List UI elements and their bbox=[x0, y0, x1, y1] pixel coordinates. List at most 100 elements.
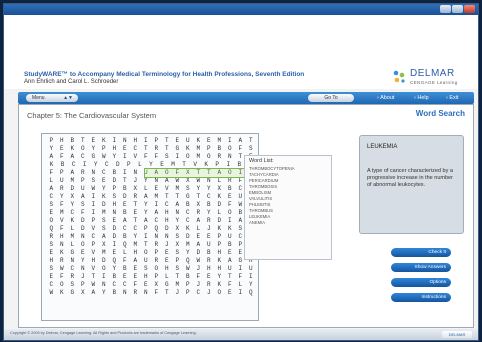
grid-cell[interactable]: C bbox=[101, 161, 112, 169]
grid-cell[interactable]: X bbox=[193, 201, 204, 209]
grid-cell[interactable]: T bbox=[162, 289, 173, 297]
grid-cell[interactable]: R bbox=[78, 169, 89, 177]
grid-cell[interactable]: B bbox=[109, 273, 120, 281]
grid-cell[interactable]: V bbox=[88, 225, 99, 233]
grid-cell[interactable]: X bbox=[172, 225, 183, 233]
grid-cell[interactable]: H bbox=[46, 257, 57, 265]
grid-cell[interactable]: F bbox=[151, 289, 162, 297]
grid-cell[interactable]: O bbox=[225, 145, 236, 153]
grid-cell[interactable]: P bbox=[141, 225, 152, 233]
help-link[interactable]: › Help bbox=[414, 93, 429, 103]
grid-cell[interactable]: I bbox=[225, 217, 236, 225]
grid-cell[interactable]: D bbox=[109, 177, 120, 185]
grid-cell[interactable]: S bbox=[99, 225, 110, 233]
grid-cell[interactable]: O bbox=[99, 265, 110, 273]
grid-cell[interactable]: L bbox=[67, 241, 78, 249]
grid-cell[interactable]: W bbox=[57, 265, 68, 273]
grid-cell[interactable]: G bbox=[183, 193, 194, 201]
grid-cell[interactable]: M bbox=[193, 153, 204, 161]
grid-cell[interactable]: R bbox=[225, 177, 236, 185]
grid-cell[interactable]: Y bbox=[214, 273, 225, 281]
grid-cell[interactable]: Y bbox=[183, 249, 194, 257]
grid-cell[interactable]: B bbox=[183, 273, 194, 281]
grid-cell[interactable]: Q bbox=[109, 257, 120, 265]
grid-cell[interactable]: C bbox=[78, 153, 89, 161]
grid-cell[interactable]: I bbox=[141, 137, 152, 145]
grid-cell[interactable]: S bbox=[141, 265, 152, 273]
grid-cell[interactable]: A bbox=[193, 217, 204, 225]
grid-cell[interactable]: N bbox=[141, 289, 152, 297]
grid-cell[interactable]: G bbox=[162, 281, 173, 289]
grid-cell[interactable]: K bbox=[99, 193, 110, 201]
grid-cell[interactable]: N bbox=[88, 169, 99, 177]
show-answers-button[interactable]: Show Answers bbox=[391, 263, 451, 272]
grid-cell[interactable]: P bbox=[214, 233, 225, 241]
grid-cell[interactable]: W bbox=[88, 185, 99, 193]
grid-cell[interactable]: C bbox=[67, 209, 78, 217]
minimize-icon[interactable] bbox=[440, 5, 451, 13]
grid-cell[interactable]: K bbox=[193, 137, 204, 145]
grid-cell[interactable]: D bbox=[120, 193, 131, 201]
grid-cell[interactable]: S bbox=[172, 249, 183, 257]
grid-cell[interactable]: E bbox=[120, 145, 131, 153]
grid-cell[interactable]: U bbox=[183, 137, 194, 145]
grid-cell[interactable]: P bbox=[212, 161, 223, 169]
grid-cell[interactable]: O bbox=[225, 209, 236, 217]
grid-cell[interactable]: B bbox=[204, 249, 215, 257]
grid-cell[interactable]: D bbox=[193, 249, 204, 257]
grid-cell[interactable]: P bbox=[57, 169, 68, 177]
grid-cell[interactable]: H bbox=[88, 257, 99, 265]
grid-cell[interactable]: I bbox=[172, 153, 183, 161]
grid-cell[interactable]: N bbox=[120, 137, 131, 145]
grid-cell[interactable]: I bbox=[235, 289, 246, 297]
grid-cell[interactable]: N bbox=[120, 289, 131, 297]
grid-cell[interactable]: U bbox=[246, 265, 257, 273]
grid-cell[interactable]: A bbox=[120, 217, 131, 225]
grid-cell[interactable]: W bbox=[88, 281, 99, 289]
grid-cell[interactable]: R bbox=[204, 217, 215, 225]
grid-cell[interactable]: M bbox=[67, 177, 78, 185]
grid-cell[interactable]: T bbox=[162, 193, 173, 201]
grid-cell[interactable]: E bbox=[225, 249, 236, 257]
grid-cell[interactable]: W bbox=[183, 265, 194, 273]
grid-cell[interactable]: O bbox=[78, 241, 89, 249]
grid-cell[interactable]: K bbox=[214, 281, 225, 289]
grid-cell[interactable]: Y bbox=[204, 209, 215, 217]
grid-cell[interactable]: A bbox=[225, 257, 236, 265]
grid-cell[interactable]: P bbox=[78, 281, 89, 289]
grid-cell[interactable]: O bbox=[214, 289, 225, 297]
close-icon[interactable] bbox=[464, 5, 475, 13]
grid-cell[interactable]: E bbox=[46, 249, 57, 257]
grid-cell[interactable]: S bbox=[46, 265, 57, 273]
grid-cell[interactable]: R bbox=[57, 185, 68, 193]
grid-cell[interactable]: X bbox=[99, 241, 110, 249]
grid-cell[interactable]: G bbox=[67, 289, 78, 297]
grid-cell[interactable]: S bbox=[78, 201, 89, 209]
grid-cell[interactable]: S bbox=[162, 153, 173, 161]
grid-cell[interactable]: M bbox=[130, 241, 141, 249]
grid-cell[interactable]: P bbox=[151, 273, 162, 281]
grid-cell[interactable]: N bbox=[78, 265, 89, 273]
grid-cell[interactable]: B bbox=[183, 201, 194, 209]
grid-cell[interactable]: N bbox=[151, 177, 162, 185]
grid-cell[interactable]: A bbox=[141, 193, 152, 201]
grid-cell[interactable]: R bbox=[67, 273, 78, 281]
grid-cell[interactable]: S bbox=[88, 177, 99, 185]
grid-cell[interactable]: E bbox=[204, 273, 215, 281]
grid-cell[interactable]: E bbox=[204, 233, 215, 241]
grid-cell[interactable]: M bbox=[99, 209, 110, 217]
grid-cell[interactable]: F bbox=[225, 201, 236, 209]
grid-cell[interactable]: E bbox=[172, 137, 183, 145]
grid-cell[interactable]: A bbox=[46, 153, 57, 161]
grid-cell[interactable]: O bbox=[57, 281, 68, 289]
grid-cell[interactable]: C bbox=[183, 217, 194, 225]
grid-cell[interactable]: C bbox=[130, 225, 141, 233]
grid-cell[interactable]: Y bbox=[193, 185, 204, 193]
grid-cell[interactable]: H bbox=[214, 265, 225, 273]
grid-cell[interactable]: C bbox=[162, 201, 173, 209]
grid-cell[interactable]: T bbox=[172, 273, 183, 281]
grid-cell[interactable]: Y bbox=[246, 281, 257, 289]
word-search-grid[interactable]: PHBTEKINHIPTEUKEMIATYEKOYPHECTRTGKMPBOFS… bbox=[41, 133, 259, 321]
grid-cell[interactable]: H bbox=[214, 249, 225, 257]
grid-cell[interactable]: E bbox=[141, 281, 152, 289]
